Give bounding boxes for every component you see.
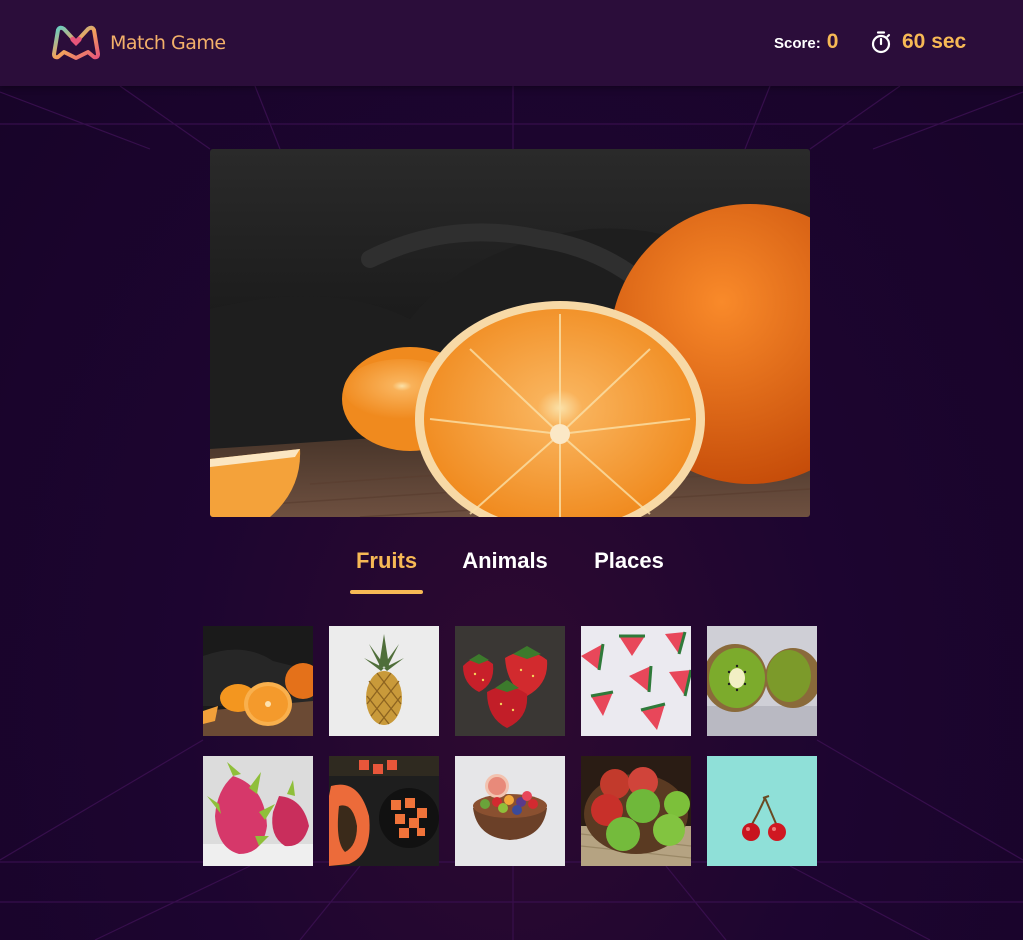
tab-fruits[interactable]: Fruits <box>350 548 423 592</box>
kiwi-thumbnail-image <box>707 626 817 736</box>
timer-value: 60 sec <box>902 30 967 53</box>
thumbnail-fruit-bowl[interactable] <box>455 756 565 866</box>
app-logo[interactable]: Match Game <box>48 24 226 62</box>
dragon-fruit-thumbnail-image <box>203 756 313 866</box>
orange-main-illustration <box>210 149 810 517</box>
match-game-logo-icon <box>52 25 100 60</box>
timer-display: 60 sec <box>870 30 966 54</box>
thumbnail-orange[interactable] <box>203 626 313 736</box>
game-screen: Match Game Score: 0 60 sec Fruits Animal… <box>0 0 1023 940</box>
pineapple-thumbnail-image <box>329 626 439 736</box>
active-tab-indicator <box>350 590 423 594</box>
thumbnail-papaya[interactable] <box>329 756 439 866</box>
stopwatch-icon <box>871 31 891 54</box>
thumbnail-strawberry[interactable] <box>455 626 565 736</box>
thumbnail-kiwi[interactable] <box>707 626 817 736</box>
orange-thumbnail-image <box>203 626 313 736</box>
strawberry-thumbnail-image <box>455 626 565 736</box>
thumbnail-watermelon[interactable] <box>581 626 691 736</box>
thumbnail-pineapple[interactable] <box>329 626 439 736</box>
tab-places[interactable]: Places <box>589 548 669 592</box>
top-bar: Match Game Score: 0 60 sec <box>0 0 1023 86</box>
thumbnail-dragon-fruit[interactable] <box>203 756 313 866</box>
score-value: 0 <box>826 30 839 53</box>
main-match-image <box>210 149 810 517</box>
fruit-bowl-thumbnail-image <box>455 756 565 866</box>
score-display: Score: 0 <box>774 30 838 54</box>
cherry-thumbnail-image <box>707 756 817 866</box>
category-tabs: Fruits Animals Places <box>0 548 1023 598</box>
watermelon-thumbnail-image <box>581 626 691 736</box>
papaya-thumbnail-image <box>329 756 439 866</box>
apple-thumbnail-image <box>581 756 691 866</box>
thumbnail-apple[interactable] <box>581 756 691 866</box>
thumbnail-cherry[interactable] <box>707 756 817 866</box>
app-title: Match Game <box>110 32 226 54</box>
tab-animals[interactable]: Animals <box>459 548 551 592</box>
score-label: Score: <box>774 35 821 52</box>
